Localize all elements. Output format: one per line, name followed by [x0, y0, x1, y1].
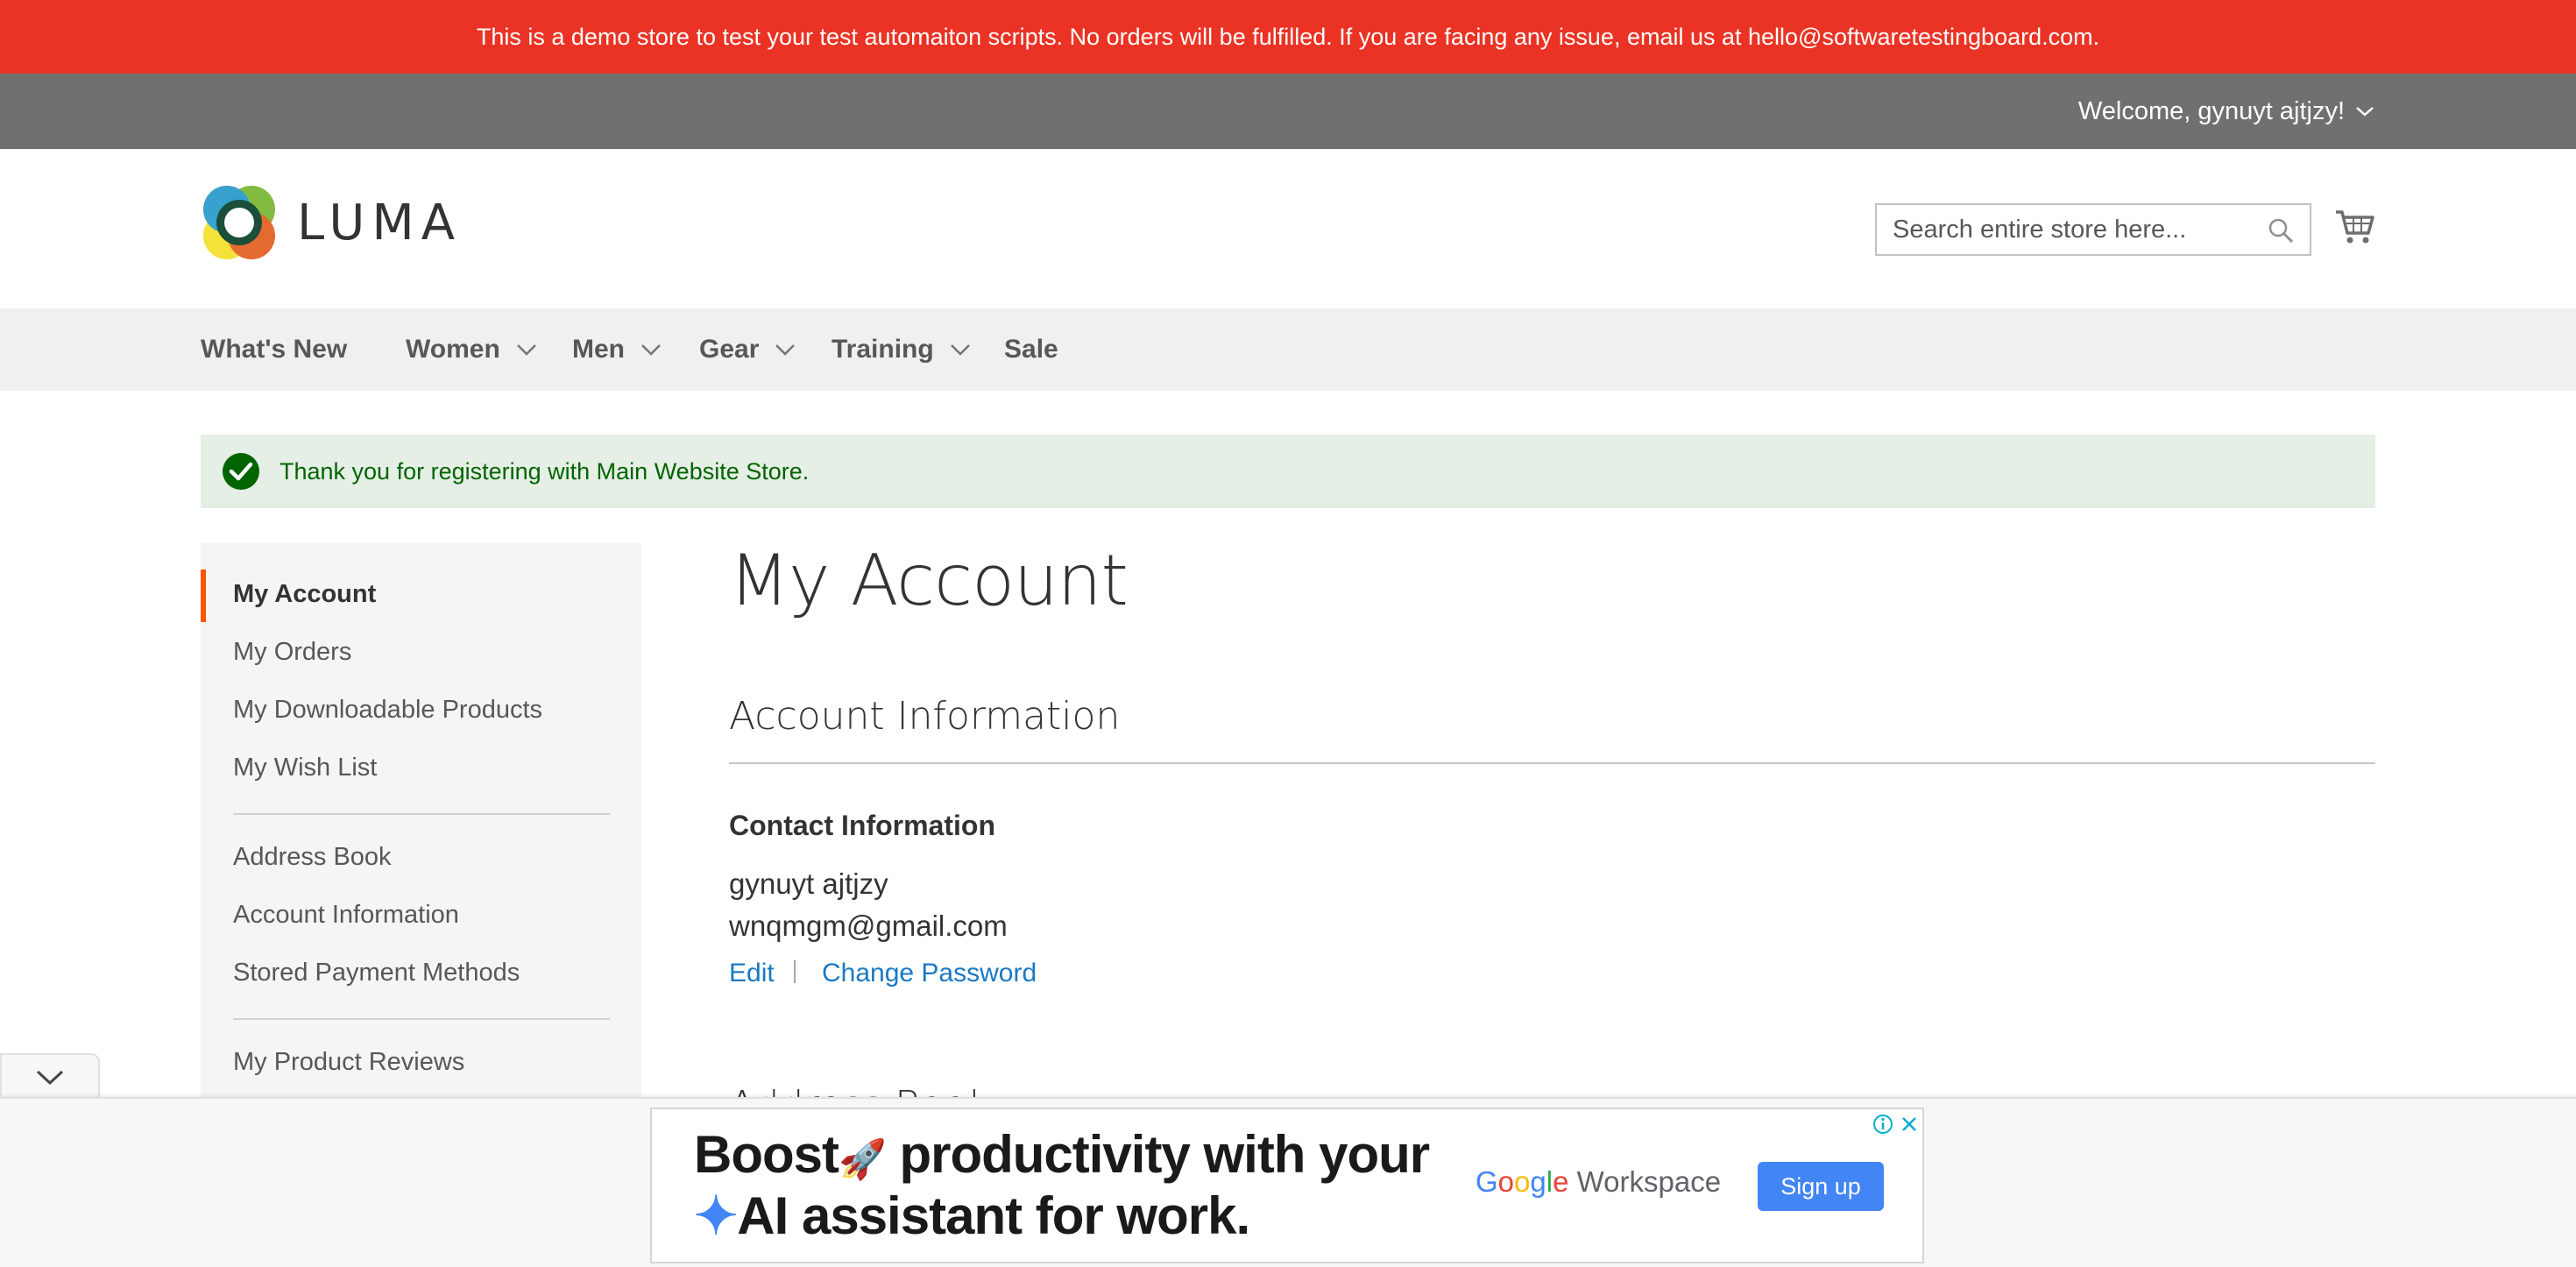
chevron-down-icon	[950, 344, 970, 356]
page-title: My Account	[729, 540, 1129, 621]
sidebar-item-my-orders[interactable]: My Orders	[233, 638, 351, 667]
sidebar-divider	[233, 813, 610, 815]
welcome-text: Welcome, gynuyt ajtjzy!	[2077, 96, 2345, 125]
ad-collapse-toggle[interactable]	[0, 1053, 100, 1097]
chevron-down-icon	[2356, 107, 2374, 117]
nav-item-gear[interactable]: Gear	[699, 308, 796, 391]
rocket-icon: 🚀	[838, 1138, 887, 1181]
active-item-indicator	[201, 570, 206, 622]
main-navigation: What's New Women Men Gear Training Sale	[0, 308, 2576, 391]
sidebar-item-my-account[interactable]: My Account	[233, 580, 376, 609]
search-input[interactable]	[1877, 205, 2261, 254]
advertisement[interactable]: Boost🚀 productivity with your ✦AI assist…	[650, 1108, 1924, 1263]
shopping-cart-icon[interactable]	[2334, 207, 2374, 247]
link-separator	[794, 960, 796, 983]
change-password-link[interactable]: Change Password	[822, 959, 1037, 988]
nav-item-sale[interactable]: Sale	[1004, 308, 1058, 391]
top-bar: Welcome, gynuyt ajtjzy!	[0, 74, 2576, 149]
luma-logo[interactable]: LUMA	[201, 184, 462, 261]
search-box	[1875, 203, 2311, 256]
demo-store-banner: This is a demo store to test your test a…	[0, 0, 2576, 74]
section-divider	[729, 762, 2375, 764]
sidebar-item-my-downloadable-products[interactable]: My Downloadable Products	[233, 696, 542, 725]
google-workspace-logo: Google Workspace	[1476, 1165, 1721, 1199]
contact-name: gynuyt ajtjzy	[729, 867, 888, 900]
header: LUMA	[0, 149, 2576, 308]
demo-banner-text: This is a demo store to test your test a…	[476, 23, 2100, 50]
success-message: Thank you for registering with Main Webs…	[201, 435, 2375, 508]
sidebar-item-account-information[interactable]: Account Information	[233, 901, 459, 930]
contact-information-title: Contact Information	[729, 810, 995, 841]
ad-info-icon[interactable]	[1872, 1113, 1894, 1136]
ad-headline: Boost🚀 productivity with your ✦AI assist…	[694, 1125, 1430, 1245]
ad-sign-up-button[interactable]: Sign up	[1758, 1162, 1884, 1211]
account-sidebar: My Account My Orders My Downloadable Pro…	[201, 543, 641, 1104]
check-circle-icon	[223, 453, 259, 490]
nav-item-training[interactable]: Training	[832, 308, 971, 391]
google-logo: Google	[1476, 1165, 1569, 1198]
ad-close-icon[interactable]	[1898, 1113, 1921, 1136]
sidebar-item-address-book[interactable]: Address Book	[233, 843, 392, 872]
sidebar-divider	[233, 1018, 610, 1020]
logo-text: LUMA	[297, 194, 463, 251]
sidebar-item-my-wish-list[interactable]: My Wish List	[233, 754, 377, 782]
luma-logo-icon	[203, 186, 275, 259]
success-message-text: Thank you for registering with Main Webs…	[280, 457, 810, 485]
chevron-down-icon	[775, 344, 796, 356]
edit-contact-link[interactable]: Edit	[729, 959, 775, 988]
chevron-down-icon	[36, 1070, 64, 1086]
chevron-down-icon	[641, 344, 661, 356]
workspace-text: Workspace	[1576, 1165, 1722, 1198]
sidebar-item-stored-payment-methods[interactable]: Stored Payment Methods	[233, 959, 520, 987]
nav-item-men[interactable]: Men	[572, 308, 662, 391]
sidebar-item-my-product-reviews[interactable]: My Product Reviews	[233, 1048, 464, 1077]
customer-welcome-menu[interactable]: Welcome, gynuyt ajtjzy!	[2078, 74, 2374, 149]
search-icon[interactable]	[2268, 217, 2294, 244]
sparkle-icon: ✦	[694, 1186, 738, 1245]
section-title-account-information: Account Information	[729, 694, 1121, 739]
nav-item-whats-new[interactable]: What's New	[201, 308, 347, 391]
chevron-down-icon	[516, 344, 536, 356]
contact-email: wnqmgm@gmail.com	[729, 910, 1008, 942]
nav-item-women[interactable]: Women	[406, 308, 537, 391]
